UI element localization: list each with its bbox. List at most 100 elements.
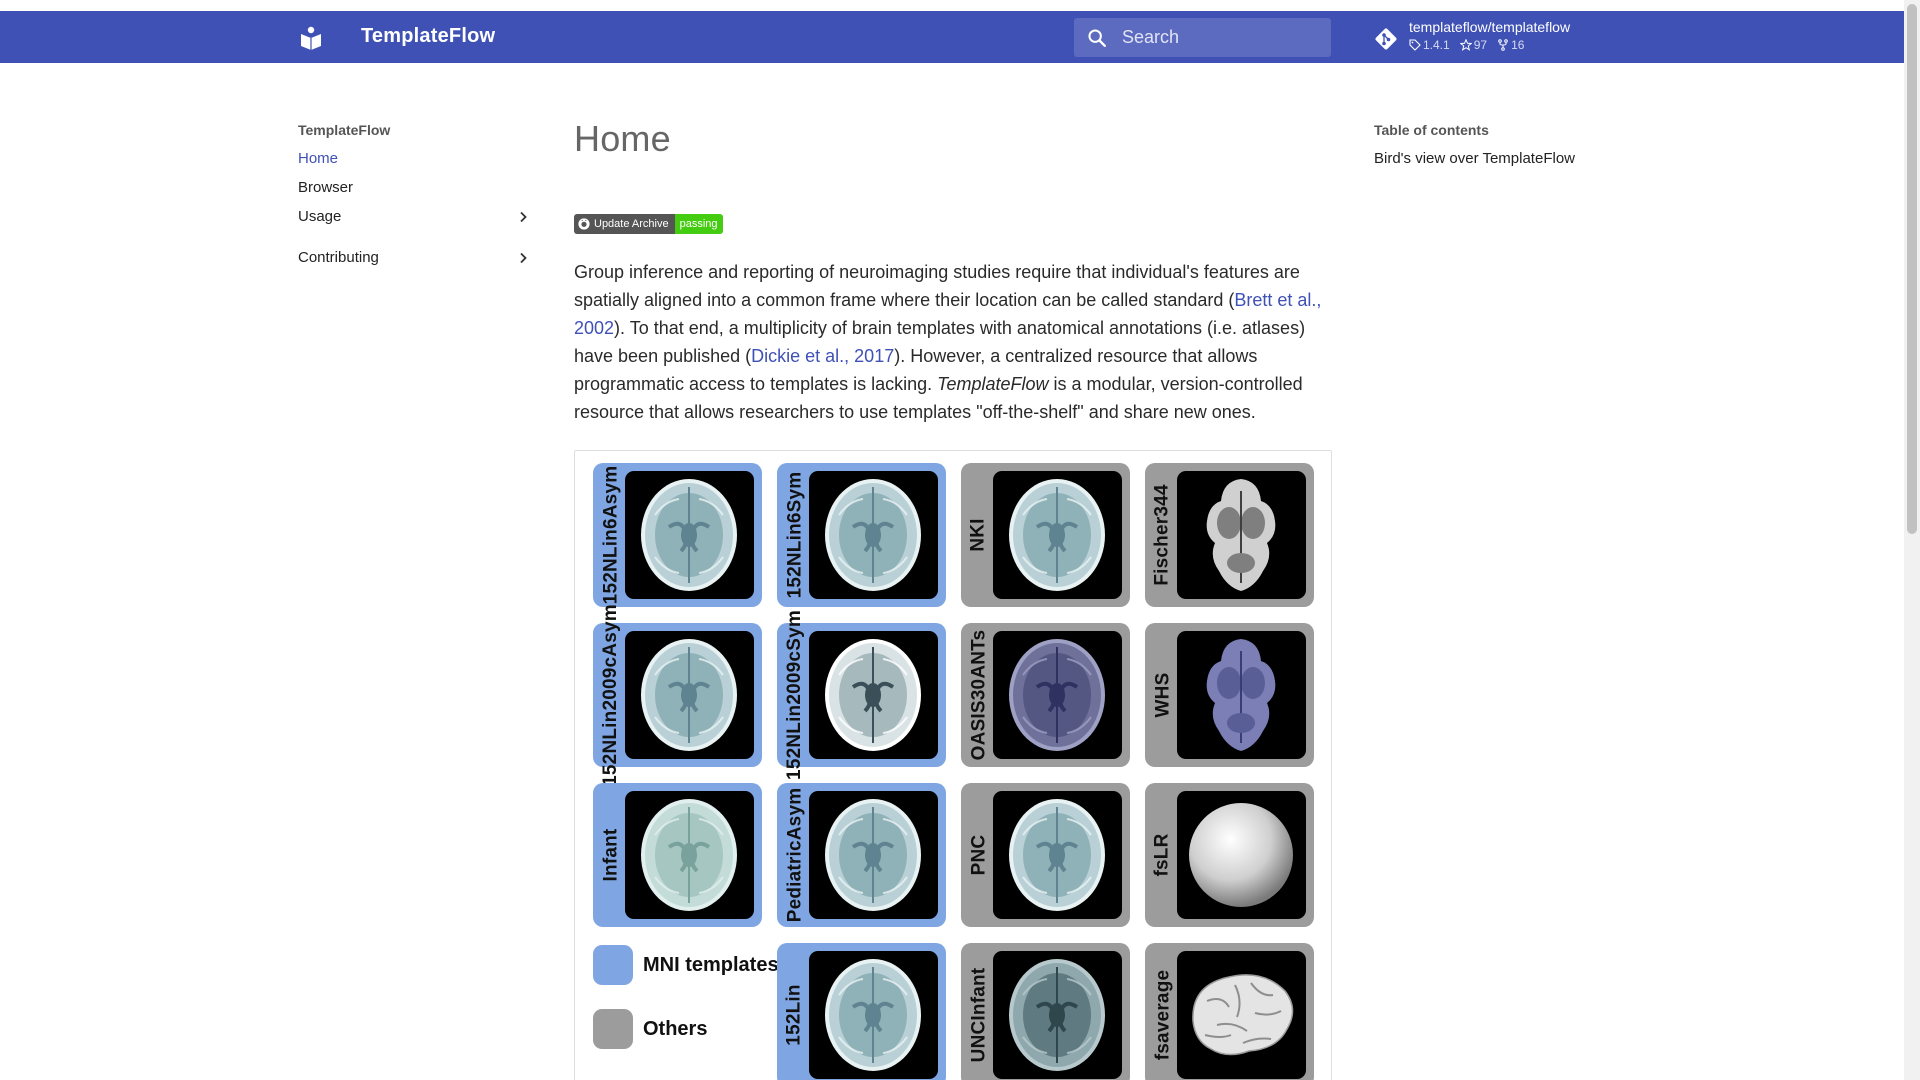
template-tile-label: PNC	[964, 783, 994, 927]
brain-axial-light-image	[625, 631, 754, 759]
page: TemplateFlow templateflow/templateflow 1…	[0, 0, 1904, 1080]
brain-axial-light-image	[809, 951, 938, 1079]
chevron-right-icon[interactable]	[516, 251, 530, 265]
repo-stars: 97	[1459, 38, 1488, 52]
header-bar: TemplateFlow templateflow/templateflow 1…	[0, 11, 1904, 63]
nav-title: TemplateFlow	[298, 122, 391, 138]
dickie-citation-link[interactable]: Dickie et al., 2017	[751, 346, 894, 366]
templateflow-logo-icon[interactable]	[298, 25, 324, 51]
template-tile: PediatricAsym	[777, 783, 946, 927]
template-name: fsLR	[1152, 833, 1173, 877]
nav-item-contributing-label: Contributing	[298, 249, 379, 266]
template-tile: PNC	[961, 783, 1130, 927]
repo-facts: 1.4.1 97 16	[1409, 38, 1524, 52]
brain-axial-light-image	[993, 791, 1122, 919]
nav-item-browser[interactable]: Browser	[298, 173, 530, 202]
template-tile-label: 152NLin2009cSym	[780, 610, 810, 780]
template-tile: NKI	[961, 463, 1130, 607]
nav-item-home[interactable]: Home	[298, 144, 530, 173]
template-name: Fischer344	[1152, 484, 1174, 586]
brain-axial-contrast-image	[809, 631, 938, 759]
template-tile: 152NLin2009cAsym	[593, 604, 762, 786]
rat-brain-image	[1177, 471, 1306, 599]
badge-left-text: Update Archive	[594, 218, 669, 230]
template-name: 152NLin6Asym	[600, 465, 622, 605]
template-name: PediatricAsym	[784, 787, 806, 923]
template-tile-label: 152NLin2009cAsym	[596, 604, 626, 786]
sphere-image	[1177, 791, 1306, 919]
primary-nav: TemplateFlow Home Browser Usage Contribu…	[298, 122, 530, 272]
ci-status-badge[interactable]: Update Archive passing	[574, 214, 723, 234]
main-content: Home Update Archive passing Group infere…	[574, 118, 1332, 1080]
site-title[interactable]: TemplateFlow	[361, 25, 495, 48]
legend-swatch-mni	[593, 945, 633, 985]
template-tile: WHS	[1145, 623, 1314, 767]
brain-surface-image	[1177, 951, 1306, 1079]
template-tile: fsLR	[1145, 783, 1314, 927]
template-name: fsaverage	[1152, 969, 1173, 1061]
repo-version-text: 1.4.1	[1423, 38, 1450, 52]
top-strip	[0, 0, 1904, 11]
legend-others: Others	[593, 1009, 707, 1049]
template-tile: OASIS30ANTs	[961, 623, 1130, 767]
template-tile-label: 152Lin	[780, 943, 810, 1080]
repo-link[interactable]: templateflow/templateflow 1.4.1 97 16	[1373, 18, 1613, 56]
brain-axial-light-image	[993, 471, 1122, 599]
star-icon	[1459, 39, 1472, 51]
template-tile-label: 152NLin6Asym	[596, 463, 626, 607]
legend-mni: MNI templates	[593, 945, 779, 985]
template-name: UNCInfant	[968, 967, 989, 1063]
template-tile: 152NLin6Sym	[777, 463, 946, 607]
github-icon	[578, 218, 590, 230]
intro-paragraph: Group inference and reporting of neuroim…	[574, 258, 1332, 426]
tag-icon	[1409, 39, 1421, 51]
template-tile-label: OASIS30ANTs	[964, 623, 994, 767]
template-name: NKI	[968, 518, 990, 552]
search-icon	[1088, 29, 1106, 47]
search-input[interactable]	[1122, 18, 1322, 57]
scrollbar-thumb[interactable]	[1907, 4, 1917, 534]
template-tile-label: UNCInfant	[964, 943, 994, 1080]
repo-version: 1.4.1	[1409, 38, 1450, 52]
template-tile: 152NLin2009cSym	[777, 610, 946, 780]
template-name: 152Lin	[784, 984, 805, 1046]
brain-axial-light-image	[809, 791, 938, 919]
toc-item-birds-view[interactable]: Bird's view over TemplateFlow	[1374, 144, 1614, 173]
template-tile-label: Infant	[596, 783, 626, 927]
template-tile-label: PediatricAsym	[780, 783, 810, 927]
template-name: 152NLin2009cAsym	[600, 604, 622, 786]
fork-icon	[1498, 39, 1508, 51]
template-tile: 152Lin	[777, 943, 946, 1080]
page-title: Home	[574, 118, 671, 159]
repo-stars-text: 97	[1473, 38, 1488, 52]
toc-title: Table of contents	[1374, 122, 1489, 138]
template-name: WHS	[1152, 672, 1173, 718]
template-tile: 152NLin6Asym	[593, 463, 762, 607]
brain-axial-dark-image	[993, 951, 1122, 1079]
chevron-right-icon[interactable]	[516, 210, 530, 224]
template-tile: Infant	[593, 783, 762, 927]
template-name: 152NLin6Sym	[784, 471, 806, 599]
repo-forks-text: 16	[1511, 38, 1525, 52]
template-tile-label: NKI	[964, 463, 994, 607]
brain-axial-purple-image	[993, 631, 1122, 759]
git-icon	[1375, 28, 1397, 50]
template-tile-label: fsaverage	[1148, 943, 1178, 1080]
scrollbar[interactable]	[1904, 0, 1920, 1080]
repo-name: templateflow/templateflow	[1409, 19, 1571, 35]
template-name: OASIS30ANTs	[968, 629, 990, 761]
template-name: PNC	[968, 834, 989, 876]
brain-axial-light-image	[809, 471, 938, 599]
nav-item-usage[interactable]: Usage	[298, 202, 530, 231]
templates-figure: MNI templates Others 152NLin6Asym 152NLin…	[574, 450, 1332, 1080]
legend-label-mni: MNI templates	[643, 953, 779, 976]
template-tile-label: fsLR	[1148, 783, 1178, 927]
nav-item-contributing[interactable]: Contributing	[298, 243, 530, 272]
template-tile: Fischer344	[1145, 463, 1314, 607]
repo-forks: 16	[1497, 38, 1524, 52]
template-tile-label: WHS	[1148, 623, 1178, 767]
brain-axial-light-image	[625, 471, 754, 599]
search-box[interactable]	[1074, 18, 1331, 57]
intro-text-1: Group inference and reporting of neuroim…	[574, 262, 1300, 310]
